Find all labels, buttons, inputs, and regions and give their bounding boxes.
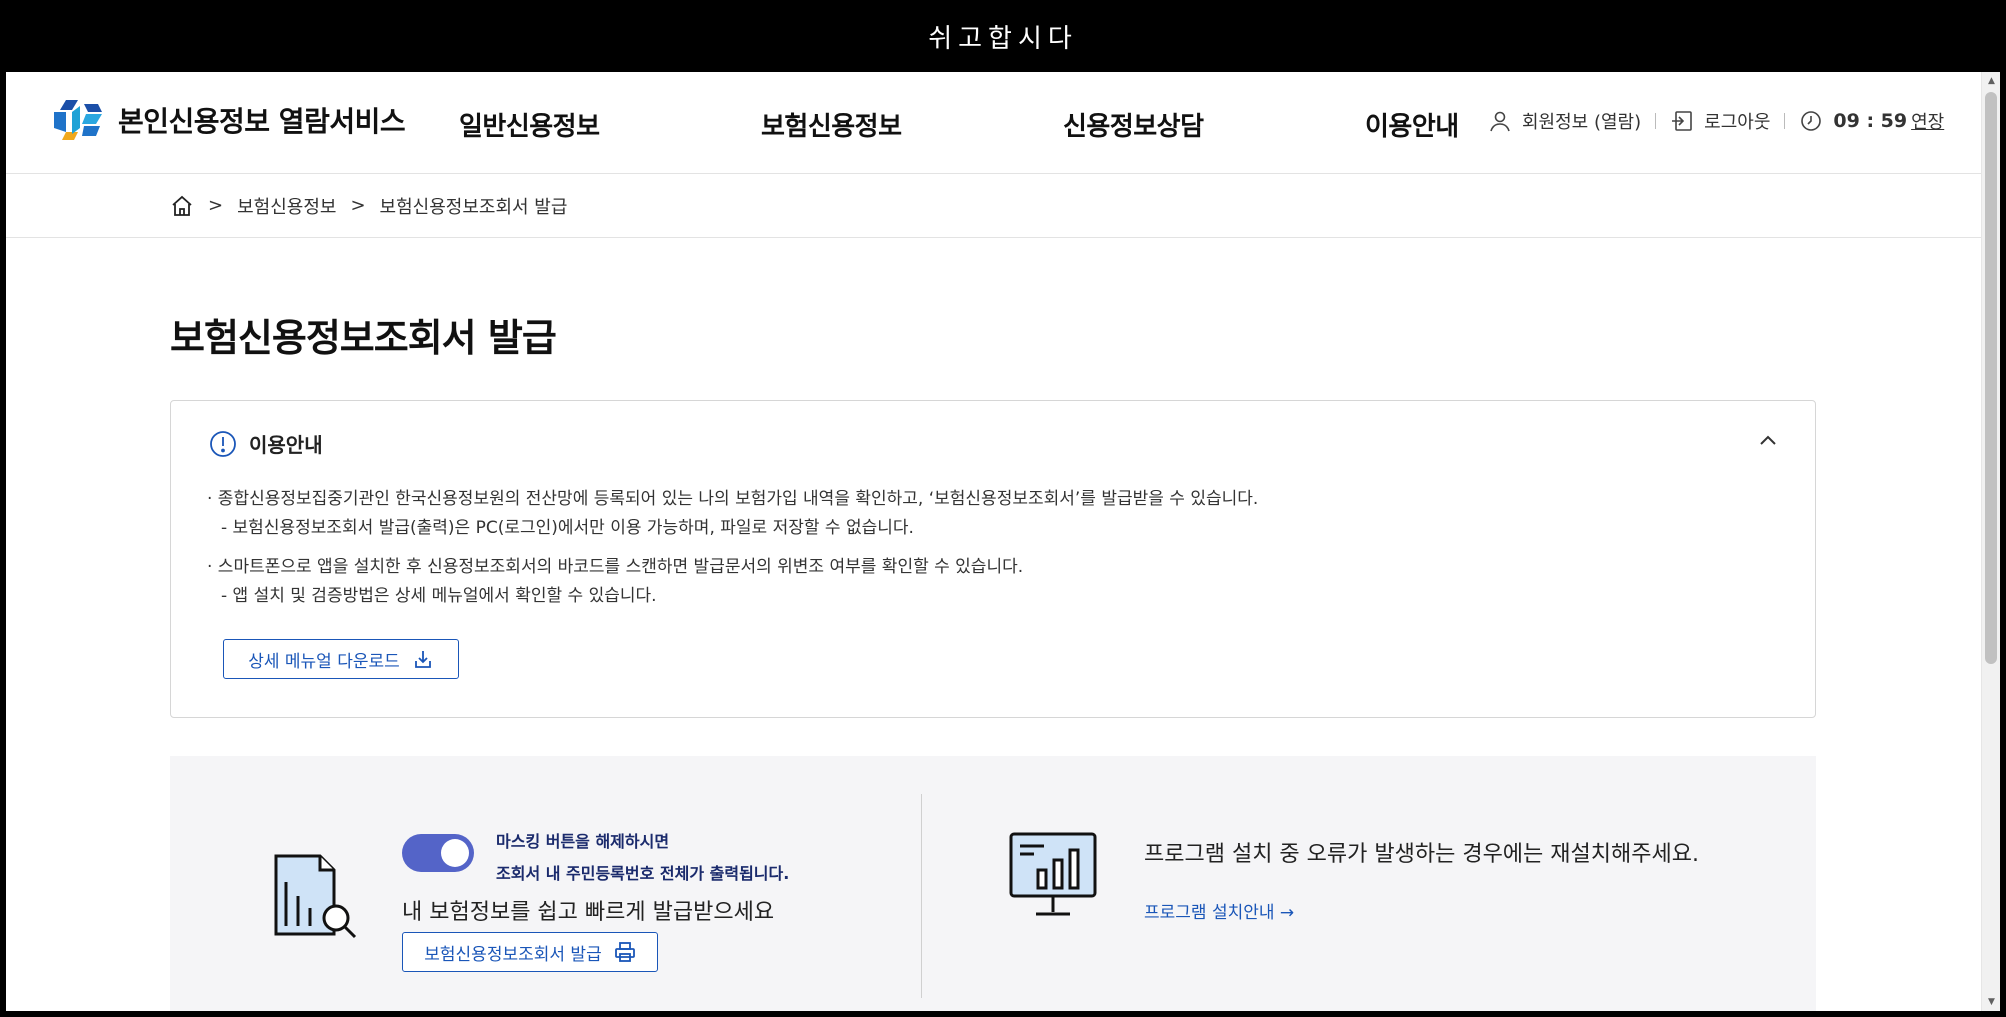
printer-icon bbox=[614, 942, 635, 962]
masking-notice: 마스킹 버튼을 해제하시면 조회서 내 주민등록번호 전체가 출력됩니다. bbox=[496, 826, 789, 890]
manual-download-label: 상세 메뉴얼 다운로드 bbox=[248, 651, 400, 672]
member-info-link[interactable]: 회원정보 (열람) bbox=[1522, 108, 1641, 134]
chevron-up-icon[interactable] bbox=[1757, 429, 1779, 451]
masking-toggle[interactable] bbox=[402, 834, 474, 872]
issue-description: 내 보험정보를 쉽고 빠르게 발급받으세요 bbox=[402, 900, 775, 925]
info-circle-icon bbox=[210, 430, 236, 457]
util-divider bbox=[1655, 113, 1657, 129]
user-icon bbox=[1490, 111, 1510, 132]
logout-icon bbox=[1672, 111, 1692, 131]
list-item: · 스마트폰으로 앱을 설치한 후 신용정보조회서의 바코드를 스캔하면 발급문… bbox=[207, 553, 1258, 611]
nav-insurance-credit[interactable]: 보험신용정보 bbox=[761, 106, 902, 143]
utility-menu: 회원정보 (열람) 로그아웃 09 : 59 연장 bbox=[1488, 108, 1944, 134]
breadcrumb-current: 보험신용정보조회서 발급 bbox=[379, 196, 568, 218]
extend-session-link[interactable]: 연장 bbox=[1911, 108, 1944, 134]
masking-notice-line: 마스킹 버튼을 해제하시면 bbox=[496, 832, 670, 851]
scroll-down-arrow-icon[interactable]: ▼ bbox=[1982, 993, 2000, 1011]
download-icon bbox=[414, 651, 431, 668]
nav-usage-guide[interactable]: 이용안내 bbox=[1365, 106, 1459, 143]
clock-icon bbox=[1801, 111, 1822, 131]
toggle-knob bbox=[441, 839, 469, 867]
browser-viewport: 본인신용정보 열람서비스 일반신용정보 보험신용정보 신용정보상담 이용안내 회… bbox=[6, 72, 2000, 1011]
panel-divider bbox=[921, 794, 922, 998]
logo-text: 본인신용정보 열람서비스 bbox=[118, 105, 406, 138]
site-header: 본인신용정보 열람서비스 일반신용정보 보험신용정보 신용정보상담 이용안내 회… bbox=[6, 72, 1981, 174]
guide-text: · 스마트폰으로 앱을 설치한 후 신용정보조회서의 바코드를 스캔하면 발급문… bbox=[207, 557, 1024, 577]
usage-guide-title: 이용안내 bbox=[249, 433, 323, 457]
site-logo[interactable]: 본인신용정보 열람서비스 bbox=[52, 98, 406, 142]
usage-guide-list: · 종합신용정보집중기관인 한국신용정보원의 전산망에 등록되어 있는 나의 보… bbox=[207, 485, 1258, 621]
program-install-notice: 프로그램 설치 중 오류가 발생하는 경우에는 재설치해주세요. bbox=[1144, 842, 1699, 867]
page-title: 보험신용정보조회서 발급 bbox=[170, 316, 557, 360]
monitor-chart-icon bbox=[1009, 832, 1097, 916]
util-divider bbox=[1784, 113, 1786, 129]
logout-link[interactable]: 로그아웃 bbox=[1704, 108, 1770, 134]
guide-subtext: - 보험신용정보조회서 발급(출력)은 PC(로그인)에서만 이용 가능하며, … bbox=[221, 518, 914, 538]
usage-guide-heading: 이용안내 bbox=[209, 429, 323, 458]
guide-text: · 종합신용정보집중기관인 한국신용정보원의 전산망에 등록되어 있는 나의 보… bbox=[207, 489, 1259, 509]
list-item: · 종합신용정보집중기관인 한국신용정보원의 전산망에 등록되어 있는 나의 보… bbox=[207, 485, 1258, 543]
window-title-banner: 쉬고합시다 bbox=[0, 0, 2006, 72]
manual-download-button[interactable]: 상세 메뉴얼 다운로드 bbox=[223, 639, 459, 679]
vertical-scrollbar[interactable]: ▲ ▼ bbox=[1981, 72, 2000, 1011]
scroll-thumb[interactable] bbox=[1985, 92, 1997, 664]
issue-report-button[interactable]: 보험신용정보조회서 발급 bbox=[402, 932, 658, 972]
usage-guide-panel: 이용안내 · 종합신용정보집중기관인 한국신용정보원의 전산망에 등록되어 있는… bbox=[170, 400, 1816, 718]
cis-logo-icon bbox=[54, 100, 102, 140]
program-install-guide-link[interactable]: 프로그램 설치안내 → bbox=[1144, 898, 1294, 923]
nav-credit-consult[interactable]: 신용정보상담 bbox=[1063, 106, 1204, 143]
chevron-right-icon: > bbox=[208, 195, 224, 216]
session-timer: 09 : 59 bbox=[1833, 110, 1908, 132]
issue-panel: 마스킹 버튼을 해제하시면 조회서 내 주민등록번호 전체가 출력됩니다. 내 … bbox=[170, 756, 1816, 1011]
guide-subtext: - 앱 설치 및 검증방법은 상세 메뉴얼에서 확인할 수 있습니다. bbox=[221, 586, 657, 606]
home-icon[interactable] bbox=[170, 194, 194, 218]
nav-general-credit[interactable]: 일반신용정보 bbox=[459, 106, 600, 143]
scroll-up-arrow-icon[interactable]: ▲ bbox=[1982, 72, 2000, 90]
masking-notice-line: 조회서 내 주민등록번호 전체가 출력됩니다. bbox=[496, 864, 790, 883]
breadcrumb-item[interactable]: 보험신용정보 bbox=[237, 193, 336, 219]
chevron-right-icon: > bbox=[350, 195, 366, 216]
document-search-icon bbox=[274, 854, 357, 939]
issue-report-label: 보험신용정보조회서 발급 bbox=[424, 944, 602, 965]
breadcrumb: > 보험신용정보 > 보험신용정보조회서 발급 bbox=[6, 174, 1981, 238]
